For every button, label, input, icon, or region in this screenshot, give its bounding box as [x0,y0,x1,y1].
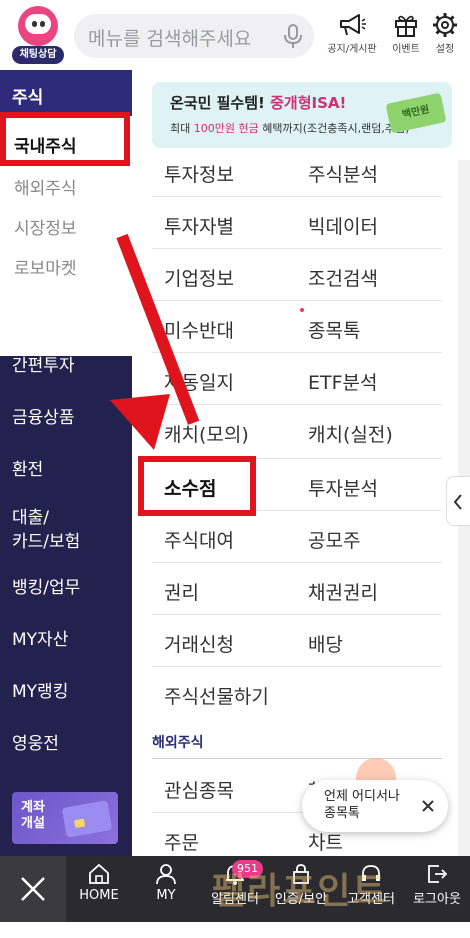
sidebar-item-easy-invest[interactable]: 간편투자 [12,354,75,378]
sidebar-item-robo-market[interactable]: 로보마켓 [14,254,77,279]
menu-investment-info[interactable]: 투자정보 [164,160,234,187]
close-icon[interactable] [418,796,438,816]
sidebar-item-exchange[interactable]: 환전 [12,458,43,482]
banner-subtext: 최대 100만원 현금 혜택까지(조건충족시,랜덤,추첨) [170,122,410,135]
popup-text: 언제 어디서나 종목톡 [324,789,400,821]
new-indicator-dot [300,308,304,312]
menu-rights[interactable]: 권리 [164,578,199,605]
nav-home[interactable]: HOME [76,862,122,903]
menu-ipo[interactable]: 공모주 [308,526,360,553]
highlight-domestic-stocks [0,112,130,166]
menu-bond-rights[interactable]: 채권권리 [308,578,378,605]
top-bar: 채팅상담 메뉴를 검색해주세요 공지/게시판 이벤트 설정 [0,0,470,70]
stock-talk-popup[interactable]: 언제 어디서나 종목톡 [302,780,448,832]
sidebar-item-overseas-stocks[interactable]: 해외주식 [14,174,77,199]
menu-trade-application[interactable]: 거래신청 [164,630,234,657]
notice-board-label: 공지/게시판 [327,44,377,55]
nav-logout-label: 로그아웃 [413,892,461,907]
nav-my[interactable]: MY [148,862,184,903]
nav-my-label: MY [156,888,176,903]
highlight-fractional-shares [138,456,256,516]
menu-chart[interactable]: 차트 [308,828,343,855]
menu-dividend[interactable]: 배당 [308,630,343,657]
sidebar-section-stocks[interactable]: 주식 [0,70,132,116]
watermark: 펠라포인트 [212,871,388,912]
nav-home-label: HOME [79,888,119,903]
menu-etf-analysis[interactable]: ETF분석 [308,368,378,395]
sidebar-item-financial-products[interactable]: 금융상품 [12,406,75,430]
overseas-stocks-heading: 해외주식 [152,735,204,751]
sidebar-item-market-info[interactable]: 시장정보 [14,214,77,239]
menu-catch-real[interactable]: 캐치(실전) [308,420,393,447]
gear-icon [433,13,457,37]
close-menu-button[interactable] [0,856,66,922]
credit-card-icon [61,800,113,838]
footer-strip [0,922,470,938]
sidebar-item-heroes[interactable]: 영웅전 [12,732,59,756]
person-icon [156,864,176,885]
sidebar-item-my-assets[interactable]: MY자산 [12,628,68,652]
menu-condition-search[interactable]: 조건검색 [308,264,378,291]
settings-label: 설정 [435,44,455,55]
chatbot-label: 채팅상담 [12,46,64,64]
notice-board-button[interactable]: 공지/게시판 [326,12,378,62]
home-icon [89,863,109,884]
menu-stock-lending[interactable]: 주식대여 [164,526,234,553]
open-account-button[interactable]: 계좌 개설 [12,792,118,844]
chatbot-button[interactable]: 채팅상담 [10,6,66,64]
menu-catch-mock[interactable]: 캐치(모의) [164,420,249,447]
microphone-icon[interactable] [280,22,306,50]
sidebar-item-banking[interactable]: 뱅킹/업무 [12,576,80,600]
category-sidebar: 주식 국내주식 해외주식 시장정보 로보마켓 파생상품 간편투자 금융상품 환전… [0,70,132,856]
sidebar-item-derivatives[interactable]: 파생상품 [12,302,75,326]
nav-logout[interactable]: 로그아웃 [410,862,464,907]
menu-investment-analysis[interactable]: 투자분석 [308,474,378,501]
gift-icon [395,15,417,37]
menu-unsettled-counter[interactable]: 미수반대 [164,316,234,343]
close-icon [21,877,45,901]
chatbot-face [25,14,51,34]
open-account-label: 계좌 개설 [21,800,45,831]
sidebar-item-loan-card-insurance[interactable]: 대출/ 카드/보험 [12,506,80,554]
search-input[interactable]: 메뉴를 검색해주세요 [88,24,251,51]
menu-company-info[interactable]: 기업정보 [164,264,234,291]
collapse-panel-button[interactable] [446,476,470,526]
menu-watchlist[interactable]: 관심종목 [164,776,234,803]
search-box[interactable]: 메뉴를 검색해주세요 [74,14,314,58]
cash-bill-icon: 백만원 [385,92,447,134]
megaphone-icon [340,14,366,36]
banner-headline: 온국민 필수템! 중개형ISA! [170,94,347,112]
isa-promo-banner[interactable]: 온국민 필수템! 중개형ISA! 최대 100만원 현금 혜택까지(조건충족시,… [152,82,452,148]
menu-stock-analysis[interactable]: 주식분석 [308,160,378,187]
logout-icon [428,865,448,883]
menu-stock-talk[interactable]: 종목톡 [308,316,360,343]
settings-button[interactable]: 설정 [420,12,470,62]
menu-order[interactable]: 주문 [164,828,199,855]
chevron-left-icon [453,494,462,510]
menu-stock-gift[interactable]: 주식선물하기 [164,682,269,709]
menu-big-data[interactable]: 빅데이터 [308,212,378,239]
sidebar-item-my-ranking[interactable]: MY랭킹 [12,680,68,704]
annotation-arrow-head [110,394,170,450]
menu-by-investor[interactable]: 투자자별 [164,212,234,239]
